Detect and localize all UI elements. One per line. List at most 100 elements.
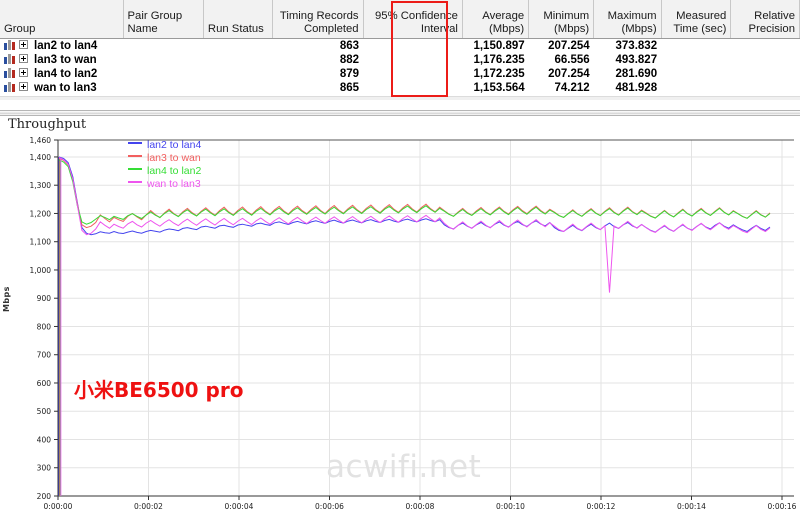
cell-maximum: 281.690	[594, 67, 661, 81]
svg-text:0:00:14: 0:00:14	[677, 502, 706, 511]
svg-text:0:00:16: 0:00:16	[768, 502, 797, 511]
group-label: wan to lan3	[34, 82, 97, 94]
cell-run-status	[203, 38, 272, 53]
col-header-average[interactable]: Average (Mbps)	[462, 0, 528, 38]
cell-run-status	[203, 81, 272, 95]
table-row[interactable]: lan3 to wan 882 1,176.235 66.556 493.827	[0, 53, 800, 67]
table-horizontal-scrollbar[interactable]	[0, 96, 800, 100]
legend-item-1[interactable]: lan3 to wan	[128, 152, 201, 165]
table-row[interactable]: wan to lan3 865 1,153.564 74.212 481.928	[0, 81, 800, 95]
cell-minimum: 74.212	[529, 81, 594, 95]
legend-swatch-1	[128, 155, 142, 157]
watermark-text: acwifi.net	[326, 449, 481, 485]
expand-icon[interactable]	[19, 82, 28, 91]
pair-icon	[4, 82, 15, 92]
cell-group[interactable]: lan4 to lan2	[0, 67, 123, 81]
cell-timing-records: 863	[272, 38, 363, 53]
cell-confidence-interval	[363, 81, 462, 95]
col-header-minimum[interactable]: Minimum (Mbps)	[529, 0, 594, 38]
cell-timing-records: 879	[272, 67, 363, 81]
col-header-relative-precision[interactable]: Relative Precision	[731, 0, 800, 38]
expand-icon[interactable]	[19, 40, 28, 49]
svg-text:0:00:12: 0:00:12	[587, 502, 616, 511]
legend-swatch-0	[128, 142, 142, 144]
pair-icon	[4, 40, 15, 50]
cell-group[interactable]: wan to lan3	[0, 81, 123, 95]
cell-pair-group-name	[123, 67, 203, 81]
svg-text:1,300: 1,300	[30, 181, 52, 190]
legend-swatch-3	[128, 181, 142, 183]
y-axis-ticks: 2003004005006007008009001,0001,1001,2001…	[30, 136, 58, 501]
cell-average: 1,172.235	[462, 67, 528, 81]
cell-relative-precision	[731, 38, 800, 53]
svg-text:200: 200	[37, 492, 52, 501]
svg-text:800: 800	[37, 322, 52, 331]
cell-group[interactable]: lan2 to lan4	[0, 38, 123, 53]
cell-group[interactable]: lan3 to wan	[0, 53, 123, 67]
cell-minimum: 207.254	[529, 67, 594, 81]
svg-text:600: 600	[37, 379, 52, 388]
svg-text:1,460: 1,460	[30, 136, 52, 145]
svg-text:700: 700	[37, 351, 52, 360]
col-header-confidence-interval[interactable]: 95% Confidence Interval	[363, 0, 462, 38]
table-row[interactable]: lan2 to lan4 863 1,150.897 207.254 373.8…	[0, 38, 800, 53]
legend-item-2[interactable]: lan4 to lan2	[128, 165, 201, 178]
cell-run-status	[203, 67, 272, 81]
cell-minimum: 66.556	[529, 53, 594, 67]
cell-maximum: 373.832	[594, 38, 661, 53]
cell-confidence-interval	[363, 67, 462, 81]
col-header-pair-group-name[interactable]: Pair Group Name	[123, 0, 203, 38]
chart-gridlines	[58, 140, 794, 496]
col-header-group[interactable]: Group	[0, 0, 123, 38]
legend-label-2: lan4 to lan2	[147, 165, 201, 177]
cell-pair-group-name	[123, 38, 203, 53]
cell-pair-group-name	[123, 81, 203, 95]
svg-text:1,100: 1,100	[30, 238, 52, 247]
svg-text:900: 900	[37, 294, 52, 303]
pair-icon	[4, 68, 15, 78]
cell-maximum: 481.928	[594, 81, 661, 95]
nettest-window: Group Pair Group Name Run Status Timing …	[0, 0, 800, 526]
cell-average: 1,176.235	[462, 53, 528, 67]
results-table: Group Pair Group Name Run Status Timing …	[0, 0, 800, 95]
legend-item-3[interactable]: wan to lan3	[128, 178, 201, 191]
svg-text:0:00:10: 0:00:10	[496, 502, 525, 511]
cell-relative-precision	[731, 81, 800, 95]
cell-measured-time	[661, 67, 731, 81]
col-header-run-status[interactable]: Run Status	[203, 0, 272, 38]
svg-text:0:00:08: 0:00:08	[406, 502, 435, 511]
cell-timing-records: 865	[272, 81, 363, 95]
x-axis-ticks: 0:00:00 0:00:02 0:00:04 0:00:06 0:00:08 0:00:…	[44, 496, 797, 511]
cell-average: 1,153.564	[462, 81, 528, 95]
throughput-chart-pane: Throughput Mbps 200300400500600700800900…	[0, 116, 800, 526]
expand-icon[interactable]	[19, 54, 28, 63]
col-header-maximum[interactable]: Maximum (Mbps)	[594, 0, 661, 38]
legend-swatch-2	[128, 168, 142, 170]
svg-text:0:00:02: 0:00:02	[134, 502, 163, 511]
legend-label-3: wan to lan3	[147, 178, 201, 190]
cell-relative-precision	[731, 53, 800, 67]
results-table-pane: Group Pair Group Name Run Status Timing …	[0, 0, 800, 100]
svg-text:0:00:00: 0:00:00	[44, 502, 73, 511]
svg-text:300: 300	[37, 464, 52, 473]
svg-text:0:00:06: 0:00:06	[315, 502, 344, 511]
svg-text:0:00:04: 0:00:04	[225, 502, 254, 511]
col-header-measured-time[interactable]: Measured Time (sec)	[661, 0, 731, 38]
pair-icon	[4, 54, 15, 64]
legend-item-0[interactable]: lan2 to lan4	[128, 139, 201, 152]
cell-relative-precision	[731, 67, 800, 81]
legend-label-0: lan2 to lan4	[147, 139, 201, 151]
cell-pair-group-name	[123, 53, 203, 67]
svg-text:500: 500	[37, 407, 52, 416]
cell-run-status	[203, 53, 272, 67]
col-header-timing-records[interactable]: Timing Records Completed	[272, 0, 363, 38]
expand-icon[interactable]	[19, 68, 28, 77]
cell-confidence-interval	[363, 38, 462, 53]
cell-measured-time	[661, 53, 731, 67]
group-label: lan3 to wan	[34, 54, 97, 66]
cell-average: 1,150.897	[462, 38, 528, 53]
table-row[interactable]: lan4 to lan2 879 1,172.235 207.254 281.6…	[0, 67, 800, 81]
cell-confidence-interval	[363, 53, 462, 67]
cell-measured-time	[661, 81, 731, 95]
legend-label-1: lan3 to wan	[147, 152, 201, 164]
